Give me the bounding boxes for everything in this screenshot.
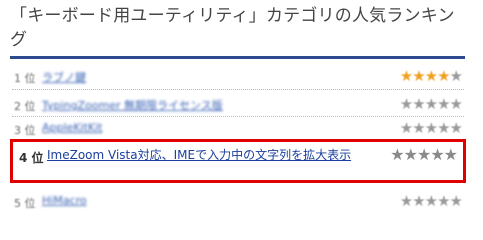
star-empty-icon: ★★★★★ bbox=[390, 145, 458, 164]
ranking-row-5: 5 位 HiMacro ★★★★★ bbox=[12, 190, 464, 212]
ranking-row-1: 1 位 ラブノ鍵 ★★★★★ bbox=[12, 65, 464, 87]
title-rule bbox=[10, 56, 465, 59]
app-link[interactable]: ImeZoom Vista対応、IMEで入力中の文字列を拡大表示 bbox=[47, 147, 397, 164]
rank-label: 2 位 bbox=[14, 100, 36, 113]
star-filled-icon: ★★★★ bbox=[399, 67, 451, 85]
star-rating: ★★★★★ bbox=[399, 119, 463, 137]
star-rating: ★★★★★ bbox=[399, 67, 463, 85]
star-empty-icon: ★★★★★ bbox=[399, 192, 463, 210]
app-link[interactable]: TypingZoomer 無期限ライセンス版 bbox=[42, 97, 223, 113]
app-link[interactable]: AppleKitKit bbox=[42, 121, 102, 134]
star-empty-icon: ★ bbox=[449, 67, 463, 85]
rank-label: 5 位 bbox=[14, 197, 36, 210]
page-title: 「キーボード用ユーティリティ」カテゴリの人気ランキング bbox=[10, 6, 455, 50]
rank-label: 4 位 bbox=[19, 151, 44, 165]
rank-label: 1 位 bbox=[14, 72, 36, 85]
star-rating: ★★★★★ bbox=[390, 145, 458, 164]
star-rating: ★★★★★ bbox=[399, 192, 463, 210]
rank-label: 3 位 bbox=[14, 124, 36, 137]
star-rating: ★★★★★ bbox=[399, 95, 463, 113]
app-link[interactable]: HiMacro bbox=[42, 194, 87, 207]
ranking-row-4-highlighted: 4 位 ImeZoom Vista対応、IMEで入力中の文字列を拡大表示 ★★★… bbox=[10, 139, 466, 183]
star-empty-icon: ★★★★★ bbox=[399, 119, 463, 137]
ranking-row-3: 3 位 AppleKitKit ★★★★★ bbox=[12, 117, 464, 139]
ranking-row-2: 2 位 TypingZoomer 無期限ライセンス版 ★★★★★ bbox=[12, 93, 464, 115]
app-link[interactable]: ラブノ鍵 bbox=[42, 69, 86, 85]
divider bbox=[12, 89, 464, 90]
star-empty-icon: ★★★★★ bbox=[399, 95, 463, 113]
